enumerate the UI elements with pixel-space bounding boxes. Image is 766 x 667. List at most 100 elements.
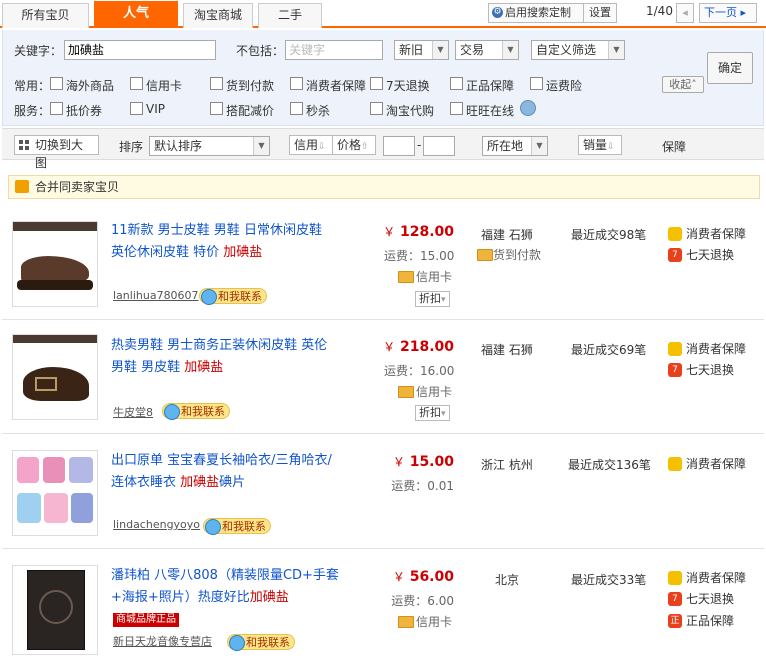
sort-credit-button[interactable]: 信用⇩ — [289, 135, 333, 155]
credit-card-badge: 信用卡 — [398, 383, 452, 400]
gear-icon: ⚙ — [492, 7, 503, 18]
checkbox-credit-card[interactable] — [130, 77, 143, 90]
recent-sales: 最近成交69笔 — [571, 343, 647, 357]
product-image[interactable] — [12, 450, 98, 536]
seven-day-return-icon: 7 — [668, 248, 682, 262]
checkbox-shipping-insurance[interactable] — [530, 77, 543, 90]
chevron-down-icon: ▾ — [441, 295, 446, 305]
checkbox-voucher[interactable] — [50, 102, 63, 115]
guarantee-7day-return[interactable]: 7 七天退换 — [668, 362, 734, 378]
tab-popular[interactable]: 人气 — [94, 1, 178, 28]
product-image[interactable] — [12, 565, 98, 655]
page-indicator: 1/40 — [646, 4, 673, 18]
condition-value: 新旧 — [399, 43, 424, 57]
genuine-guarantee-icon: 正 — [668, 614, 682, 628]
confirm-button[interactable]: 确定 — [707, 52, 753, 84]
guarantee-genuine[interactable]: 正正品保障 — [668, 613, 734, 629]
discount-label: 折扣 — [419, 406, 441, 419]
chevron-down-icon: ▼ — [502, 41, 518, 59]
contact-seller-button[interactable]: 和我联系 — [227, 634, 295, 651]
guarantee-consumer-protection[interactable]: 消费者保障 — [668, 341, 746, 357]
merge-same-seller[interactable]: 合并同卖家宝贝 — [8, 175, 760, 199]
guarantee-consumer-protection[interactable]: 消费者保障 — [668, 456, 746, 472]
trade-select[interactable]: 交易 ▼ — [455, 40, 519, 60]
checkbox-vip[interactable] — [130, 102, 143, 115]
guarantee-7day-return[interactable]: 7 七天退换 — [668, 591, 734, 607]
recent-sales: 最近成交33笔 — [571, 573, 647, 587]
price-max-input[interactable] — [423, 136, 455, 156]
checkbox-overseas[interactable] — [50, 77, 63, 90]
sort-sales-label: 销量 — [583, 138, 608, 152]
checkbox-label: 抵价券 — [66, 104, 103, 118]
mall-brand-badge: 商城品牌正品 — [113, 613, 179, 627]
product-title[interactable]: 潘玮柏 八零八808（精装限量CD+手套 +海报+照片）热度好比加碘盐 — [111, 565, 361, 609]
cod-badge: 货到付款 — [477, 246, 541, 263]
seller-name[interactable]: 牛皮堂8 — [113, 404, 153, 420]
custom-search-button[interactable]: ⚙ 启用搜索定制 — [488, 3, 584, 23]
checkbox-bundle-discount[interactable] — [210, 102, 223, 115]
checkbox-label: 海外商品 — [66, 79, 115, 93]
checkbox-genuine[interactable] — [450, 77, 463, 90]
prev-page-button[interactable]: ◂ — [676, 3, 694, 23]
custom-filter-value: 自定义筛选 — [536, 43, 597, 57]
shipping-fee: 运费：16.00 — [384, 364, 455, 378]
exclude-label: 不包括： — [236, 44, 285, 58]
checkbox-flash-sale[interactable] — [290, 102, 303, 115]
contact-seller-button[interactable]: 和我联系 — [162, 403, 230, 420]
seller-name[interactable]: lindachengyoyo — [113, 518, 200, 531]
tab-tmall[interactable]: 淘宝商城 — [183, 3, 253, 28]
checkbox-cod[interactable] — [210, 77, 223, 90]
product-title[interactable]: 11新款 男士皮鞋 男鞋 日常休闲皮鞋 英伦休闲皮鞋 特价 加碘盐 — [111, 220, 361, 264]
sort-select[interactable]: 默认排序 ▼ — [149, 136, 270, 156]
product-image[interactable] — [12, 334, 98, 420]
checkbox-7day-return[interactable] — [370, 77, 383, 90]
shipping-fee: 运费：15.00 — [384, 249, 455, 263]
tab-secondhand[interactable]: 二手 — [258, 3, 322, 28]
cod-label: 货到付款 — [493, 248, 542, 262]
recent-sales: 最近成交98笔 — [571, 228, 647, 242]
product-title[interactable]: 出口原单 宝宝春夏长袖哈衣/三角哈衣/连体衣睡衣 加碘盐碘片 — [111, 450, 361, 494]
chevron-up-icon: ˄ — [691, 78, 697, 91]
seller-name[interactable]: lanlihua780607 — [113, 289, 199, 302]
guarantee-header: 保障 — [662, 140, 687, 154]
credit-card-badge: 信用卡 — [398, 268, 452, 285]
condition-select[interactable]: 新旧 ▼ — [394, 40, 449, 60]
product-title[interactable]: 热卖男鞋 男士商务正装休闲皮鞋 英伦 男鞋 男皮鞋 加碘盐 — [111, 335, 361, 379]
collapse-button[interactable]: 收起˄ — [662, 76, 704, 93]
checkbox-label: 消费者保障 — [306, 79, 367, 93]
seller-name[interactable]: 新日天龙音像专营店 — [113, 633, 212, 649]
checkbox-label: 7天退换 — [386, 79, 430, 93]
sort-price-button[interactable]: 价格⇧ — [332, 135, 376, 155]
settings-button[interactable]: 设置 — [583, 3, 617, 23]
shipping-fee: 运费：6.00 — [391, 594, 454, 608]
chevron-down-icon: ▼ — [253, 137, 269, 155]
checkbox-label: 秒杀 — [306, 104, 331, 118]
consumer-protection-icon — [668, 457, 682, 471]
location-select[interactable]: 所在地 ▼ — [482, 136, 548, 156]
common-label: 常用： — [14, 79, 51, 93]
sort-price-label: 价格 — [337, 138, 362, 152]
contact-seller-button[interactable]: 和我联系 — [203, 518, 271, 535]
tab-all[interactable]: 所有宝贝 — [2, 3, 89, 28]
keyword-input[interactable]: 加碘盐 — [64, 40, 216, 60]
product-image[interactable] — [12, 221, 98, 307]
sort-sales-button[interactable]: 销量⇩ — [578, 135, 622, 155]
custom-filter-select[interactable]: 自定义筛选 ▼ — [531, 40, 625, 60]
guarantee-consumer-protection[interactable]: 消费者保障 — [668, 226, 746, 242]
checkbox-wangwang-online[interactable] — [450, 102, 463, 115]
big-image-label: 切换到大图 — [35, 138, 84, 170]
next-page-button[interactable]: 下一页 ▸ — [699, 3, 757, 23]
credit-card-badge: 信用卡 — [398, 613, 452, 630]
checkbox-consumer-protection[interactable] — [290, 77, 303, 90]
guarantee-7day-return[interactable]: 7 七天退换 — [668, 247, 734, 263]
discount-dropdown[interactable]: 折扣▾ — [415, 405, 450, 421]
checkbox-purchasing-agent[interactable] — [370, 102, 383, 115]
collapse-label: 收起 — [669, 78, 692, 91]
contact-seller-button[interactable]: 和我联系 — [199, 288, 267, 305]
discount-dropdown[interactable]: 折扣▾ — [415, 291, 450, 307]
big-image-toggle[interactable]: 切换到大图 — [14, 135, 99, 170]
price-min-input[interactable] — [383, 136, 415, 156]
guarantee-consumer-protection[interactable]: 消费者保障 — [668, 570, 746, 586]
shop-icon — [15, 180, 29, 193]
exclude-input[interactable]: 关键字 — [285, 40, 383, 60]
